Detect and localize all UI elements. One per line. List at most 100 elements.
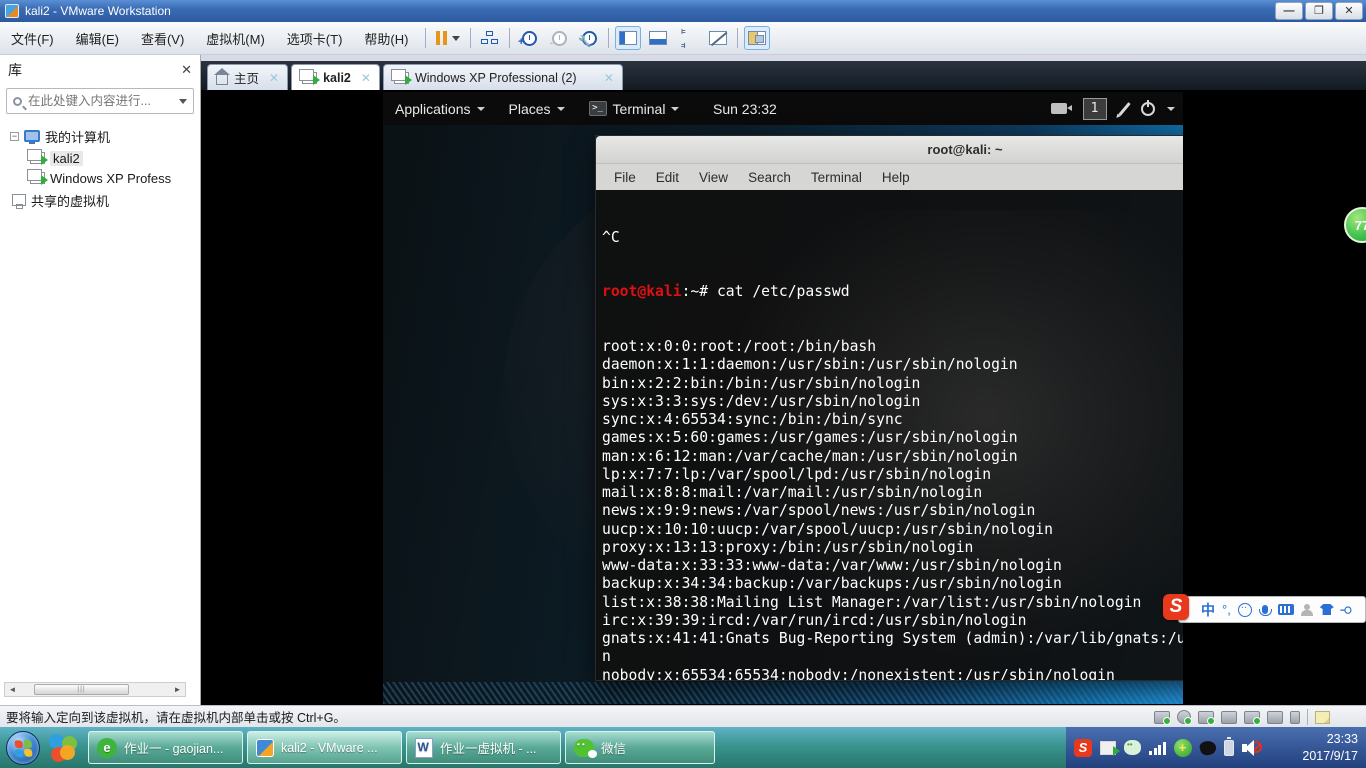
- settings-wrench-icon[interactable]: ⚲: [1338, 605, 1354, 615]
- applications-menu[interactable]: Applications: [383, 92, 497, 125]
- taskbar-button-word[interactable]: 作业一虚拟机 - ...: [406, 731, 561, 764]
- taskbar-button-label: 作业一 - gaojian...: [124, 738, 223, 757]
- emoji-icon[interactable]: [1238, 603, 1252, 617]
- minimize-button[interactable]: —: [1275, 2, 1303, 20]
- microphone-icon[interactable]: [1262, 605, 1268, 614]
- ctrl-alt-del-icon: [481, 31, 499, 45]
- tab-kali2[interactable]: kali2 ✕: [291, 64, 380, 90]
- taskbar-button-vmware[interactable]: kali2 - VMware ...: [247, 731, 402, 764]
- wechat-tray-icon[interactable]: [1124, 740, 1141, 755]
- battery-icon[interactable]: [1224, 740, 1234, 756]
- terminal-titlebar[interactable]: root@kali: ~ — ▢ ✕: [596, 136, 1183, 164]
- vmware-tray-icon[interactable]: [1100, 741, 1116, 755]
- tree-item-my-computer[interactable]: − 我的计算机: [0, 124, 200, 148]
- terminal-menu-help[interactable]: Help: [872, 170, 920, 185]
- scrollbar-thumb[interactable]: |||: [34, 684, 129, 695]
- terminal-output-line: sync:x:4:65534:sync:/bin:/bin/sync: [602, 411, 1183, 429]
- power-pause-button[interactable]: [432, 29, 464, 47]
- terminal-menu-search[interactable]: Search: [738, 170, 801, 185]
- tree-item-shared-vms[interactable]: 共享的虚拟机: [0, 188, 200, 212]
- terminal-appmenu[interactable]: >_ Terminal: [577, 92, 692, 125]
- collapse-icon[interactable]: −: [10, 132, 19, 141]
- terminal-output-line: www-data:x:33:33:www-data:/var/www:/usr/…: [602, 557, 1183, 575]
- tab-windows-xp[interactable]: Windows XP Professional (2) ✕: [383, 64, 623, 90]
- workspace-indicator[interactable]: 1: [1083, 98, 1107, 120]
- kali-desktop[interactable]: Applications Places >_ Terminal Sun 23:3…: [383, 92, 1183, 704]
- terminal-menu-terminal[interactable]: Terminal: [801, 170, 872, 185]
- unity-view-button[interactable]: [645, 26, 671, 50]
- sound-icon[interactable]: [1244, 711, 1260, 724]
- console-view-button[interactable]: [615, 26, 641, 50]
- terminal-menu-file[interactable]: File: [604, 170, 646, 185]
- menu-vm[interactable]: 虚拟机(M): [195, 25, 276, 52]
- fullscreen-button[interactable]: [675, 26, 701, 50]
- gnome-clock[interactable]: Sun 23:32: [713, 92, 777, 125]
- close-tab-icon[interactable]: ✕: [604, 71, 614, 85]
- message-log-icon[interactable]: [1315, 711, 1330, 724]
- seamless-off-button[interactable]: [705, 26, 731, 50]
- keyboard-icon[interactable]: [1278, 604, 1294, 615]
- places-menu[interactable]: Places: [497, 92, 577, 125]
- library-search[interactable]: [6, 88, 194, 114]
- terminal-window[interactable]: root@kali: ~ — ▢ ✕ File Edit View Search…: [595, 135, 1183, 681]
- kali-wallpaper-stripes: [383, 682, 1183, 704]
- restore-button[interactable]: ❐: [1305, 2, 1333, 20]
- terminal-menu-view[interactable]: View: [689, 170, 738, 185]
- menu-file[interactable]: 文件(F): [0, 25, 65, 52]
- tree-item-windows-xp[interactable]: Windows XP Profess: [0, 168, 200, 188]
- tab-label: kali2: [323, 71, 351, 85]
- terminal-output-line: mail:x:8:8:mail:/var/mail:/usr/sbin/nolo…: [602, 484, 1183, 502]
- sidebar-horizontal-scrollbar[interactable]: ◄ ||| ►: [4, 682, 186, 697]
- send-ctrl-alt-del-button[interactable]: [477, 26, 503, 50]
- close-button[interactable]: ✕: [1335, 2, 1363, 20]
- tree-item-kali2[interactable]: kali2: [0, 148, 200, 168]
- quick-launch-360-icon[interactable]: [48, 733, 78, 763]
- network-adapter-icon[interactable]: [1198, 711, 1214, 724]
- snapshot-manager-button[interactable]: 🔧: [576, 26, 602, 50]
- pen-icon[interactable]: [1118, 102, 1130, 116]
- sogou-punctuation-toggle[interactable]: °,: [1222, 603, 1231, 616]
- chevron-down-icon[interactable]: [179, 99, 187, 104]
- system-menu[interactable]: [1141, 102, 1175, 116]
- cdrom-icon[interactable]: [1177, 710, 1191, 724]
- skin-icon[interactable]: [1320, 604, 1334, 615]
- scroll-left-icon[interactable]: ◄: [5, 683, 20, 696]
- terminal-content[interactable]: ^C root@kali:~# cat /etc/passwd root:x:0…: [596, 190, 1183, 680]
- taskbar-button-wechat[interactable]: 微信: [565, 731, 715, 764]
- terminal-title: root@kali: ~: [927, 142, 1002, 157]
- sogou-logo-icon[interactable]: S: [1163, 594, 1189, 620]
- tray-clock[interactable]: 23:33 2017/9/17: [1302, 731, 1358, 765]
- sogou-tray-icon[interactable]: S: [1074, 739, 1092, 757]
- account-icon[interactable]: [1301, 604, 1313, 616]
- camera-icon[interactable]: [1267, 711, 1283, 724]
- screen-recorder-icon[interactable]: [1051, 103, 1067, 114]
- start-button[interactable]: [6, 731, 40, 765]
- library-close-icon[interactable]: ✕: [181, 62, 192, 78]
- 360-safety-tray-icon[interactable]: +: [1174, 739, 1192, 757]
- library-panel-toggle[interactable]: [744, 26, 770, 50]
- printer-icon[interactable]: [1221, 711, 1237, 724]
- revert-snapshot-button[interactable]: ←: [546, 26, 572, 50]
- menu-view[interactable]: 查看(V): [130, 25, 195, 52]
- hard-disk-icon[interactable]: [1154, 711, 1170, 724]
- volume-muted-icon[interactable]: [1242, 740, 1260, 756]
- close-tab-icon[interactable]: ✕: [361, 71, 371, 85]
- chevron-down-icon[interactable]: [452, 36, 460, 41]
- search-input[interactable]: [28, 94, 168, 108]
- terminal-menu-edit[interactable]: Edit: [646, 170, 689, 185]
- taskbar-button-browser[interactable]: e 作业一 - gaojian...: [88, 731, 243, 764]
- sogou-mode-toggle[interactable]: 中: [1201, 603, 1215, 617]
- menu-label: Applications: [395, 101, 471, 117]
- scroll-right-icon[interactable]: ►: [170, 683, 185, 696]
- input-device-tray-icon[interactable]: [1198, 739, 1217, 757]
- wechat-icon: [574, 739, 594, 757]
- take-snapshot-button[interactable]: +: [516, 26, 542, 50]
- menu-help[interactable]: 帮助(H): [353, 25, 419, 52]
- network-signal-icon[interactable]: [1149, 741, 1166, 755]
- tab-home[interactable]: 主页 ✕: [207, 64, 288, 90]
- menu-edit[interactable]: 编辑(E): [65, 25, 130, 52]
- close-tab-icon[interactable]: ✕: [269, 71, 279, 85]
- menu-tabs[interactable]: 选项卡(T): [276, 25, 354, 52]
- toolbar-separator: [509, 28, 510, 48]
- usb-icon[interactable]: [1290, 711, 1300, 724]
